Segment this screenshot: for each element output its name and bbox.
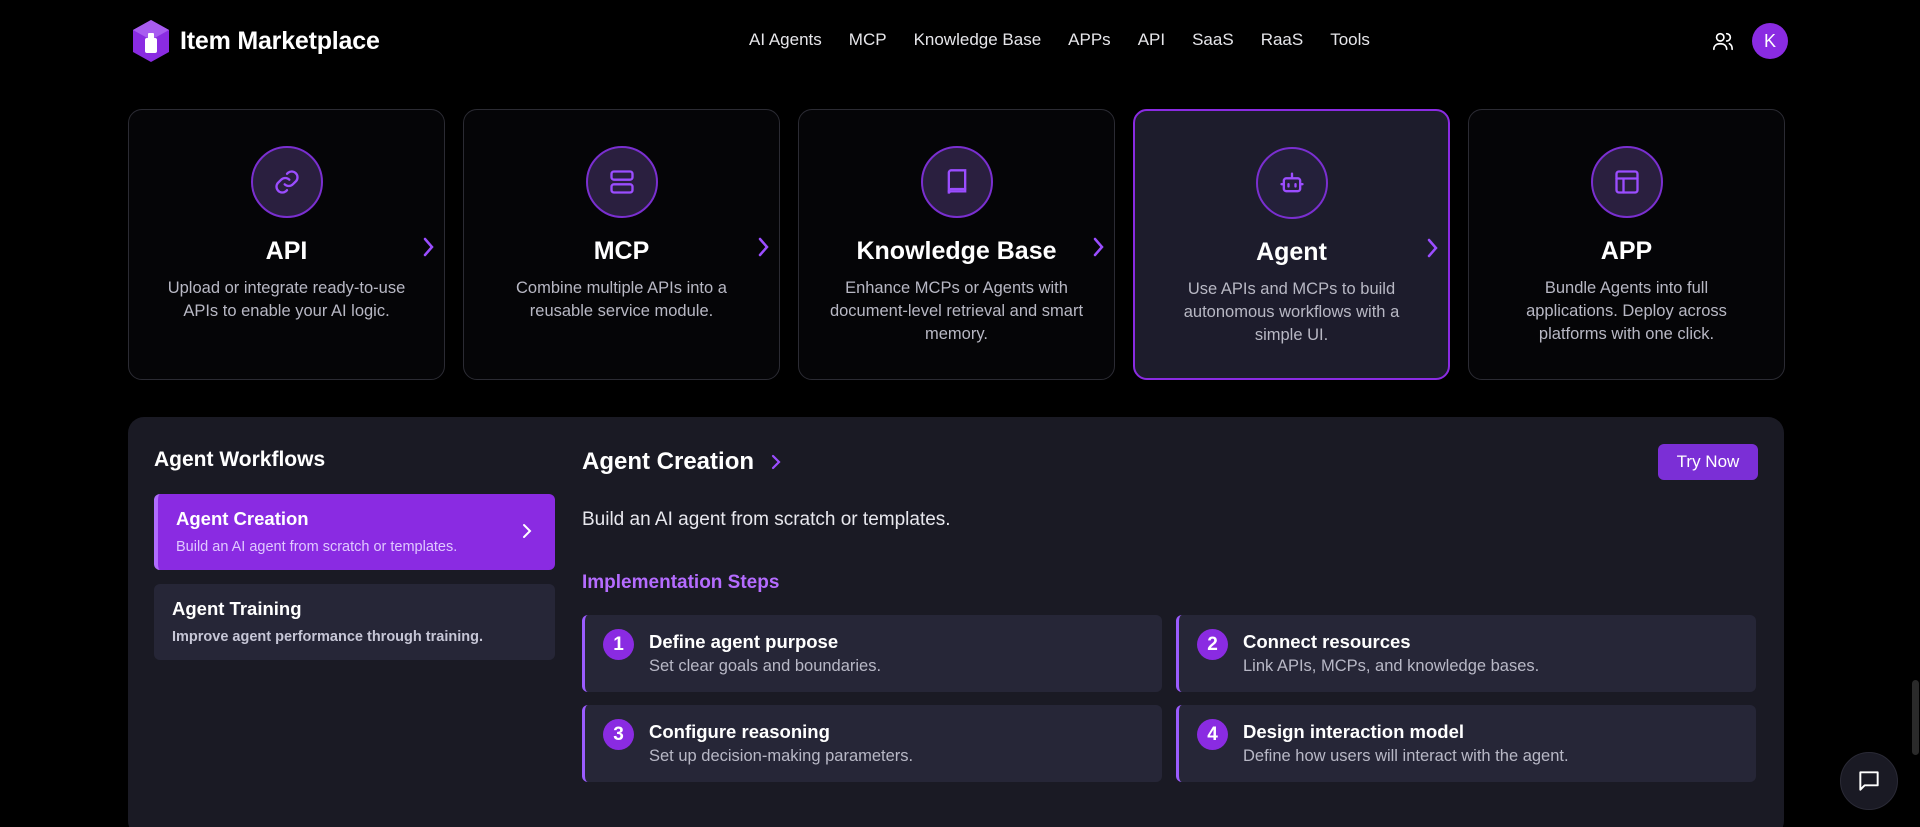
step-number: 1 (603, 629, 634, 660)
main-nav: AI Agents MCP Knowledge Base APPs API Sa… (749, 30, 1397, 50)
scrollbar-thumb[interactable] (1912, 680, 1919, 755)
layout-icon (1614, 170, 1639, 194)
nav-mcp[interactable]: MCP (849, 30, 887, 50)
chevron-right-icon (423, 237, 434, 257)
brand[interactable]: Item Marketplace (130, 18, 380, 64)
step-card: 4 Design interaction model Define how us… (1176, 705, 1756, 782)
users-icon[interactable] (1712, 30, 1734, 52)
implementation-steps-title: Implementation Steps (582, 572, 780, 593)
card-title: Agent (1256, 238, 1327, 266)
step-title: Connect resources (1243, 631, 1411, 652)
card-icon-wrap (920, 146, 993, 218)
workflow-item-title: Agent Training (172, 598, 302, 619)
card-agent[interactable]: Agent Use APIs and MCPs to build autonom… (1133, 109, 1450, 380)
nav-raas[interactable]: RaaS (1261, 30, 1304, 50)
top-header: Item Marketplace AI Agents MCP Knowledge… (0, 0, 1920, 82)
card-icon-wrap (1590, 146, 1663, 218)
step-title: Define agent purpose (649, 631, 839, 652)
card-icon-wrap (250, 146, 323, 218)
card-icon-wrap (585, 146, 658, 218)
workflow-item-desc: Improve agent performance through traini… (172, 629, 483, 645)
nav-saas[interactable]: SaaS (1192, 30, 1234, 50)
chat-button[interactable] (1840, 752, 1898, 810)
brand-name: Item Marketplace (180, 26, 380, 55)
card-desc: Enhance MCPs or Agents with document-lev… (829, 279, 1084, 343)
step-number: 4 (1197, 719, 1228, 750)
step-desc: Define how users will interact with the … (1243, 747, 1569, 765)
try-now-button[interactable]: Try Now (1658, 444, 1758, 480)
workflows-title: Agent Workflows (154, 448, 326, 471)
card-desc: Combine multiple APIs into a reusable se… (516, 279, 727, 320)
server-icon (609, 170, 634, 194)
card-app[interactable]: APP Bundle Agents into full applications… (1468, 109, 1785, 380)
step-desc: Link APIs, MCPs, and knowledge bases. (1243, 657, 1540, 675)
nav-tools[interactable]: Tools (1330, 30, 1370, 50)
chevron-right-icon (1093, 237, 1104, 257)
chat-icon (1859, 771, 1879, 791)
nav-ai-agents[interactable]: AI Agents (749, 30, 822, 50)
card-title: Knowledge Base (856, 237, 1057, 265)
category-cards: API Upload or integrate ready-to-use API… (128, 109, 1785, 380)
card-mcp[interactable]: MCP Combine multiple APIs into a reusabl… (463, 109, 780, 380)
card-desc: Upload or integrate ready-to-use APIs to… (167, 279, 406, 320)
step-number: 3 (603, 719, 634, 750)
card-title: APP (1600, 237, 1653, 265)
workflow-item-agent-creation[interactable]: Agent Creation Build an AI agent from sc… (154, 494, 555, 570)
header-actions: K (1712, 23, 1788, 59)
card-title: API (265, 237, 308, 265)
detail-title[interactable]: Agent Creation (582, 448, 782, 476)
card-title: MCP (593, 237, 650, 265)
card-desc: Use APIs and MCPs to build autonomous wo… (1183, 280, 1400, 344)
workflow-item-title: Agent Creation (176, 508, 309, 529)
chevron-right-icon (771, 454, 781, 470)
card-desc: Bundle Agents into full applications. De… (1526, 279, 1727, 343)
card-icon-wrap (1255, 147, 1328, 219)
step-desc: Set up decision-making parameters. (649, 747, 914, 765)
chevron-right-icon (758, 237, 769, 257)
link-icon (274, 170, 299, 194)
step-title: Design interaction model (1243, 721, 1465, 742)
bot-icon (1279, 172, 1304, 193)
step-title: Configure reasoning (649, 721, 830, 742)
detail-description: Build an AI agent from scratch or templa… (582, 509, 951, 530)
step-card: 1 Define agent purpose Set clear goals a… (582, 615, 1162, 692)
step-card: 3 Configure reasoning Set up decision-ma… (582, 705, 1162, 782)
page-scrollbar[interactable] (1910, 82, 1920, 827)
workflow-item-desc: Build an AI agent from scratch or templa… (176, 539, 458, 555)
workflow-panel: Agent Workflows Agent Creation Build an … (128, 417, 1784, 827)
step-card: 2 Connect resources Link APIs, MCPs, and… (1176, 615, 1756, 692)
nav-apps[interactable]: APPs (1068, 30, 1111, 50)
step-desc: Set clear goals and boundaries. (649, 657, 882, 675)
workflow-item-agent-training[interactable]: Agent Training Improve agent performance… (154, 584, 555, 660)
nav-knowledge-base[interactable]: Knowledge Base (914, 30, 1042, 50)
chevron-right-icon (1427, 238, 1438, 258)
chevron-right-icon (523, 524, 532, 538)
card-api[interactable]: API Upload or integrate ready-to-use API… (128, 109, 445, 380)
brand-logo-icon (133, 20, 169, 62)
book-icon (947, 169, 966, 194)
avatar[interactable]: K (1752, 23, 1788, 59)
step-number: 2 (1197, 629, 1228, 660)
detail-title-text: Agent Creation (582, 448, 755, 475)
card-knowledge-base[interactable]: Knowledge Base Enhance MCPs or Agents wi… (798, 109, 1115, 380)
nav-api[interactable]: API (1138, 30, 1165, 50)
